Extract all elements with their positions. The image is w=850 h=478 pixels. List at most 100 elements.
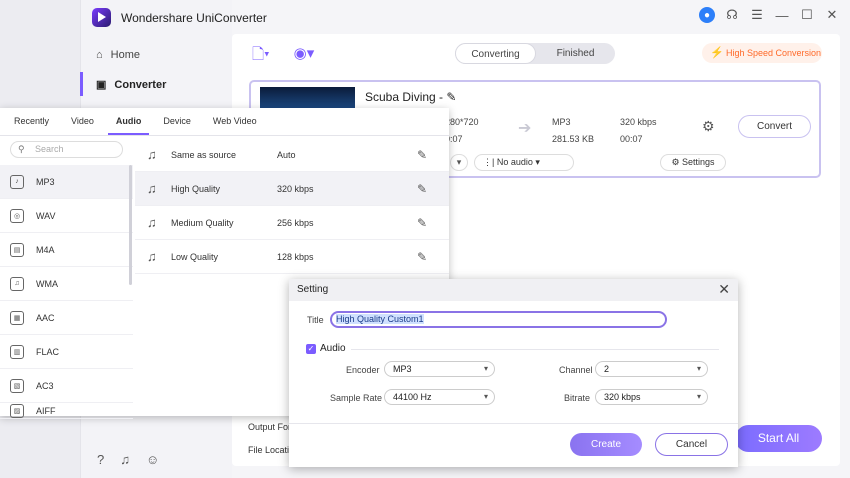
help-icon[interactable]: ? (97, 452, 104, 467)
target-info: MP3 281.53 KB (552, 114, 594, 148)
ac3-icon: ▧ (10, 378, 24, 393)
format-item-m4a[interactable]: ▤ M4A (0, 233, 133, 267)
nav-active-indicator (80, 72, 83, 96)
tab-converting[interactable]: Converting (455, 43, 536, 64)
setting-dialog: Setting ✕ Title High Quality Custom1 ✓ A… (289, 279, 738, 467)
home-icon: ⌂ (96, 49, 103, 61)
quality-row-low[interactable]: ♫ Low Quality 128 kbps ✎ (135, 240, 449, 274)
user-avatar-icon[interactable]: ● (699, 7, 715, 23)
sidebar-item-label: Home (110, 49, 140, 61)
format-label: FLAC (36, 346, 60, 357)
sidebar-item-converter[interactable]: ▣ Converter (96, 78, 166, 92)
convert-arrow-icon: ➔ (518, 120, 532, 137)
title-input[interactable]: High Quality Custom1 (330, 311, 667, 328)
title-bar: Wondershare UniConverter ● ☊ ☰ — ☐ ✕ (80, 0, 850, 34)
maximize-icon[interactable]: ☐ (799, 7, 815, 23)
quality-rate: 320 kbps (277, 183, 314, 194)
wma-icon: ♫ (10, 276, 24, 291)
target-size: 281.53 KB (552, 134, 595, 144)
app-title: Wondershare UniConverter (121, 11, 267, 25)
feedback-icon[interactable]: ☺ (146, 452, 159, 467)
chevron-down-icon: ▾ (483, 364, 488, 373)
search-placeholder: Search (35, 144, 64, 154)
sample-rate-select[interactable]: 44100 Hz ▾ (384, 389, 495, 405)
convert-button[interactable]: Convert (738, 115, 811, 138)
app-logo-icon (92, 8, 111, 27)
high-speed-conversion-toggle[interactable]: ⚡ High Speed Conversion (702, 43, 822, 63)
edit-icon[interactable]: ✎ (417, 148, 427, 162)
support-icon[interactable]: ☊ (724, 7, 740, 23)
bitrate-label: Bitrate (564, 393, 591, 403)
format-item-aac[interactable]: ▦ AAC (0, 301, 133, 335)
bolt-icon: ⚡ (710, 47, 724, 59)
aiff-icon: ▨ (10, 403, 24, 418)
subtitle-dropdown[interactable]: ▾ (450, 154, 468, 171)
checkbox-checked-icon: ✓ (306, 343, 316, 354)
wav-icon: ◎ (10, 208, 24, 223)
add-file-icon[interactable]: 🗋▾ (252, 44, 270, 69)
encoder-label: Encoder (346, 365, 380, 375)
quality-row-medium[interactable]: ♫ Medium Quality 256 kbps ✎ (135, 206, 449, 240)
create-button[interactable]: Create (570, 433, 642, 456)
chevron-down-icon: ▾ (483, 392, 488, 401)
format-label: WMA (36, 278, 58, 289)
menu-icon[interactable]: ☰ (749, 7, 765, 23)
music-note-icon: ♫ (147, 215, 157, 230)
close-icon[interactable]: ✕ (718, 281, 730, 298)
tab-finished[interactable]: Finished (536, 43, 615, 64)
quality-name: Same as source (171, 149, 237, 160)
edit-title-icon[interactable]: ✎ (446, 90, 456, 104)
flac-icon: ▥ (10, 344, 24, 359)
edit-icon[interactable]: ✎ (417, 216, 427, 230)
output-settings-icon[interactable]: ⚙ (702, 118, 715, 135)
search-icon: ⚲ (18, 144, 25, 154)
sidebar-item-home[interactable]: ⌂ Home (96, 49, 140, 61)
audio-track-dropdown[interactable]: ⋮| No audio ▾ (474, 154, 574, 171)
tab-audio[interactable]: Audio (107, 108, 150, 135)
format-search-input[interactable]: ⚲ Search (10, 141, 123, 158)
start-all-button[interactable]: Start All (735, 425, 822, 452)
tab-device[interactable]: Device (155, 108, 199, 135)
format-item-ac3[interactable]: ▧ AC3 (0, 369, 133, 403)
close-window-icon[interactable]: ✕ (824, 7, 840, 23)
format-item-mp3[interactable]: ♪ MP3 (0, 165, 133, 199)
cancel-button[interactable]: Cancel (655, 433, 728, 456)
bell-icon[interactable]: ♫ (120, 452, 130, 467)
format-list: ♪ MP3 ◎ WAV ▤ M4A ♫ WMA ▦ AAC ▥ FLAC ▧ AC3 ▨ AIF… (0, 165, 133, 419)
tab-web-video[interactable]: Web Video (205, 108, 265, 135)
quality-name: Medium Quality (171, 217, 234, 228)
minimize-icon[interactable]: — (774, 7, 790, 23)
add-disc-icon[interactable]: ◉▾ (294, 44, 315, 69)
bitrate-value: 320 kbps (604, 392, 641, 402)
target-duration: 00:07 (620, 134, 643, 144)
high-speed-label: High Speed Conversion (726, 48, 822, 58)
settings-button[interactable]: ⚙ Settings (660, 154, 726, 171)
format-item-wma[interactable]: ♫ WMA (0, 267, 133, 301)
format-item-wav[interactable]: ◎ WAV (0, 199, 133, 233)
channel-value: 2 (604, 364, 610, 374)
tab-recently[interactable]: Recently (6, 108, 57, 135)
file-title: Scuba Diving - ✎ (365, 90, 456, 104)
settings-label: Settings (682, 157, 715, 167)
channel-select[interactable]: 2 ▾ (595, 361, 708, 377)
audio-wave-icon: ⋮| (483, 157, 495, 167)
chevron-down-icon: ▾ (696, 364, 701, 373)
quality-row-same-as-source[interactable]: ♫ Same as source Auto ✎ (135, 138, 449, 172)
tab-video[interactable]: Video (63, 108, 102, 135)
quality-name: High Quality (171, 183, 221, 194)
audio-checkbox[interactable]: ✓ Audio (306, 343, 346, 354)
converter-icon: ▣ (96, 79, 107, 91)
edit-icon[interactable]: ✎ (417, 250, 427, 264)
edit-icon[interactable]: ✎ (417, 182, 427, 196)
target-format: MP3 (552, 117, 571, 127)
format-label: MP3 (36, 176, 55, 187)
format-item-flac[interactable]: ▥ FLAC (0, 335, 133, 369)
encoder-select[interactable]: MP3 ▾ (384, 361, 495, 377)
bitrate-select[interactable]: 320 kbps ▾ (595, 389, 708, 405)
format-label: AAC (36, 312, 55, 323)
format-item-aiff[interactable]: ▨ AIFF (0, 403, 133, 419)
music-note-icon: ♫ (147, 181, 157, 196)
format-list-scrollbar[interactable] (129, 165, 132, 285)
quality-row-high[interactable]: ♫ High Quality 320 kbps ✎ (135, 172, 449, 206)
title-value: High Quality Custom1 (336, 314, 424, 324)
